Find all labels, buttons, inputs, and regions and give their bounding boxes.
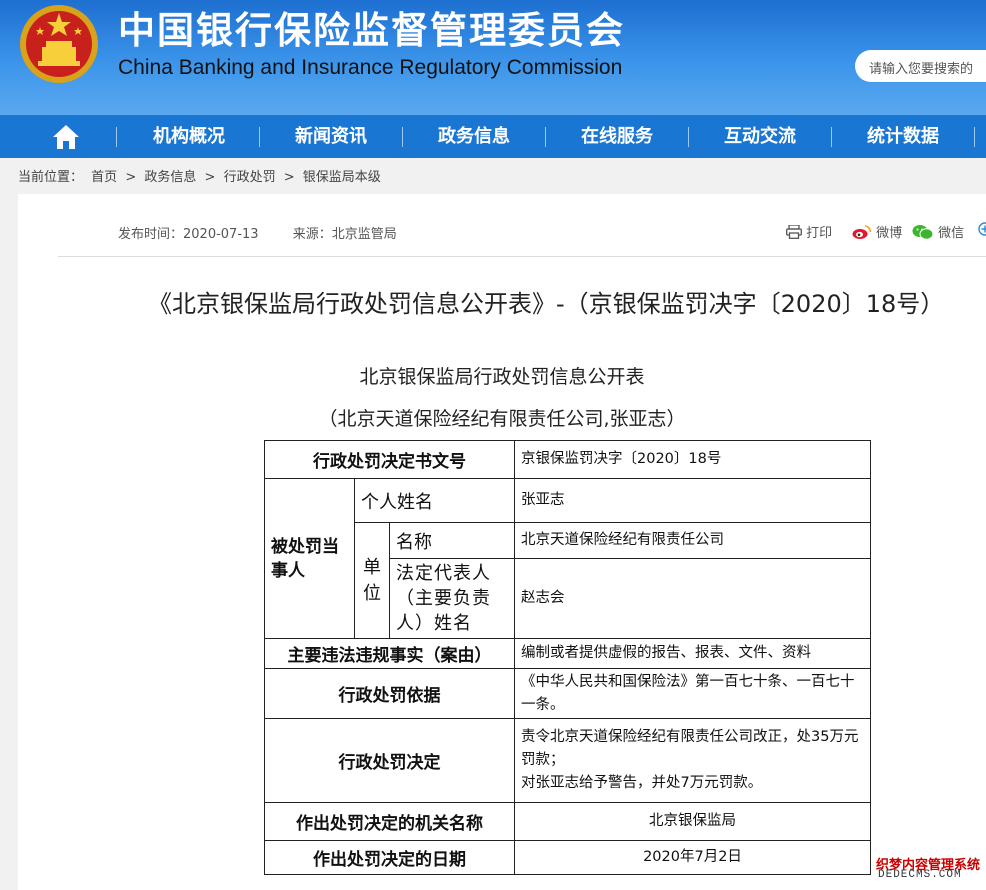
decision-value: 责令北京天道保险经纪有限责任公司改正，处35万元罚款； 对张亚志给予警告，并处7… <box>514 718 871 803</box>
decision-label: 行政处罚决定 <box>264 718 515 803</box>
violation-value: 编制或者提供虚假的报告、报表、文件、资料 <box>514 638 871 669</box>
unit-label: 单位 <box>354 522 390 639</box>
search-placeholder: 请输入您要搜索的 <box>869 62 974 77</box>
person-name-value: 张亚志 <box>514 478 871 523</box>
print-button[interactable]: 打印 <box>786 222 832 241</box>
table-row: 作出处罚决定的机关名称 北京银保监局 <box>264 802 871 841</box>
decision-line-2: 对张亚志给予警告，并处7万元罚款。 <box>521 775 763 791</box>
search-input[interactable]: 请输入您要搜索的 <box>855 50 986 82</box>
violation-label: 主要违法违规事实（案由） <box>264 638 515 669</box>
weibo-label: 微博 <box>876 226 903 241</box>
article-title: 《北京银保监局行政处罚信息公开表》-（京银保监罚决字〔2020〕18号） <box>148 290 945 318</box>
article-subtitle-parties: （北京天道保险经纪有限责任公司,张亚志） <box>318 408 686 430</box>
nav-item-online-service[interactable]: 在线服务 <box>546 115 688 158</box>
nav-item-news[interactable]: 新闻资讯 <box>260 115 402 158</box>
printer-icon <box>786 224 802 239</box>
site-header: 中国银行保险监督管理委员会 China Banking and Insuranc… <box>0 0 986 115</box>
publish-time: 发布时间：2020-07-13 <box>118 227 259 242</box>
table-row: 行政处罚决定 责令北京天道保险经纪有限责任公司改正，处35万元罚款； 对张亚志给… <box>264 718 871 803</box>
meta-divider <box>58 256 986 257</box>
table-row: 主要违法违规事实（案由） 编制或者提供虚假的报告、报表、文件、资料 <box>264 638 871 669</box>
breadcrumb-penalty[interactable]: 行政处罚 <box>224 170 276 185</box>
site-title-cn: 中国银行保险监督管理委员会 <box>118 9 625 52</box>
doc-no-label: 行政处罚决定书文号 <box>264 440 515 479</box>
plus-circle-icon <box>978 222 986 236</box>
table-row: 被处罚当事人 个人姓名 张亚志 <box>264 478 871 639</box>
nav-separator <box>974 127 975 147</box>
weibo-icon <box>852 225 872 239</box>
basis-value: 《中华人民共和国保险法》第一百七十条、一百七十一条。 <box>514 668 871 719</box>
breadcrumb-separator: > <box>204 170 216 185</box>
more-share-icon[interactable] <box>978 222 986 237</box>
article-subtitle: 北京银保监局行政处罚信息公开表 <box>359 366 645 388</box>
home-icon[interactable] <box>52 124 80 150</box>
weibo-share-button[interactable]: 微博 <box>852 222 902 241</box>
authority-value: 北京银保监局 <box>514 802 871 841</box>
unit-name-value: 北京天道保险经纪有限责任公司 <box>514 522 871 559</box>
national-emblem-icon <box>20 5 98 83</box>
wechat-label: 微信 <box>938 226 965 241</box>
wechat-share-button[interactable]: 微信 <box>912 222 964 241</box>
article-meta: 发布时间：2020-07-13 来源：北京监管局 <box>118 223 397 242</box>
watermark-line-2: DEDECMS.COM <box>878 869 962 881</box>
breadcrumb-separator: > <box>125 170 137 185</box>
person-name-label: 个人姓名 <box>354 478 515 523</box>
authority-label: 作出处罚决定的机关名称 <box>264 802 515 841</box>
nav-separator <box>116 127 117 147</box>
breadcrumb-separator: > <box>283 170 295 185</box>
penalty-table: 行政处罚决定书文号 京银保监罚决字〔2020〕18号 被处罚当事人 个人姓名 张… <box>264 440 871 875</box>
breadcrumb-bureau[interactable]: 银保监局本级 <box>303 170 381 185</box>
nav-item-government-info[interactable]: 政务信息 <box>403 115 545 158</box>
date-label: 作出处罚决定的日期 <box>264 840 515 875</box>
unit-name-label: 名称 <box>389 522 515 559</box>
nav-item-about[interactable]: 机构概况 <box>118 115 260 158</box>
print-label: 打印 <box>806 226 833 241</box>
nav-item-interaction[interactable]: 互动交流 <box>689 115 831 158</box>
date-value: 2020年7月2日 <box>514 840 871 875</box>
article-panel: 发布时间：2020-07-13 来源：北京监管局 打印 微博 微信 《北京银保监… <box>18 194 986 890</box>
legal-rep-value: 赵志会 <box>514 558 871 639</box>
legal-rep-label: 法定代表人（主要负责人）姓名 <box>389 558 515 639</box>
party-label: 被处罚当事人 <box>264 478 355 639</box>
nav-item-statistics[interactable]: 统计数据 <box>832 115 974 158</box>
breadcrumb: 当前位置： 首页 > 政务信息 > 行政处罚 > 银保监局本级 <box>18 166 385 185</box>
breadcrumb-government-info[interactable]: 政务信息 <box>144 170 196 185</box>
decision-line-1: 责令北京天道保险经纪有限责任公司改正，处35万元罚款； <box>521 729 859 768</box>
table-row: 行政处罚依据 《中华人民共和国保险法》第一百七十条、一百七十一条。 <box>264 668 871 719</box>
basis-label: 行政处罚依据 <box>264 668 515 719</box>
table-row: 作出处罚决定的日期 2020年7月2日 <box>264 840 871 875</box>
doc-no-value: 京银保监罚决字〔2020〕18号 <box>514 440 871 479</box>
breadcrumb-home[interactable]: 首页 <box>91 170 117 185</box>
wechat-icon <box>912 225 934 240</box>
table-row: 单位 名称 北京天道保险经纪有限责任公司 <box>265 522 871 639</box>
watermark: 织梦内容管理系统 DEDECMS.COM <box>874 853 980 883</box>
site-title-en: China Banking and Insurance Regulatory C… <box>118 56 623 79</box>
table-row: 行政处罚决定书文号 京银保监罚决字〔2020〕18号 <box>264 440 871 479</box>
main-nav: 机构概况 新闻资讯 政务信息 在线服务 互动交流 统计数据 <box>0 115 986 158</box>
breadcrumb-prefix: 当前位置： <box>18 170 84 185</box>
article-source: 来源：北京监管局 <box>292 227 397 242</box>
